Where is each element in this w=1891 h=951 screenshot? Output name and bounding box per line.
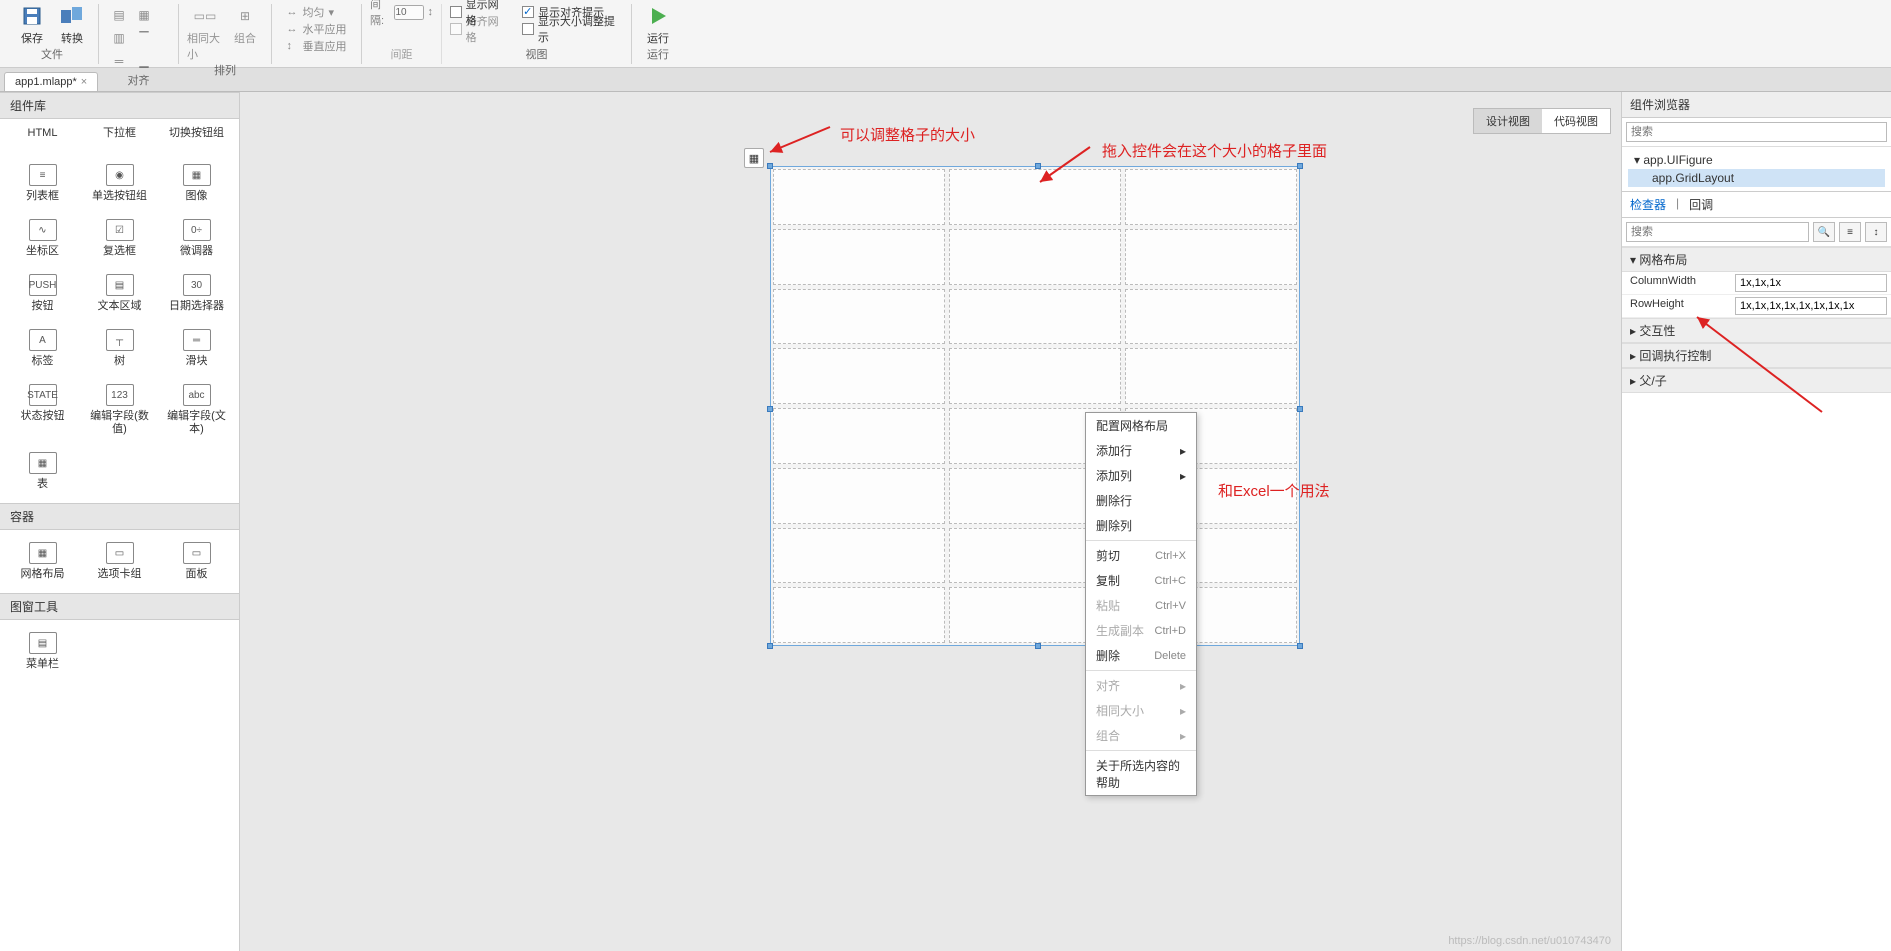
ctx-add-row[interactable]: 添加行▸ <box>1086 438 1196 463</box>
comp-树[interactable]: ┬树 <box>81 323 158 374</box>
comp-列表框[interactable]: ≡列表框 <box>4 158 81 209</box>
comp-dropdown[interactable]: 下拉框 <box>81 121 158 146</box>
comp-html[interactable]: HTML <box>4 121 81 146</box>
file-group-label: 文件 <box>41 46 63 62</box>
ctx-help[interactable]: 关于所选内容的帮助 <box>1086 753 1196 795</box>
ctx-align: 对齐▸ <box>1086 673 1196 698</box>
design-canvas[interactable]: 设计视图 代码视图 ▦ 可以调整格子的大小 拖入控件会在这个大小的格子里面 和E… <box>240 92 1621 951</box>
align-group-label: 对齐 <box>128 72 150 88</box>
ctx-delete[interactable]: 删除Delete <box>1086 643 1196 668</box>
ctx-copy[interactable]: 复制Ctrl+C <box>1086 568 1196 593</box>
comp-单选按钮组[interactable]: ◉单选按钮组 <box>81 158 158 209</box>
prop-section-gridlayout[interactable]: ▾ 网格布局 <box>1622 247 1891 272</box>
comp-文本区域[interactable]: ▤文本区域 <box>81 268 158 319</box>
file-tab-label: app1.mlapp* <box>15 76 77 88</box>
comp-面板[interactable]: ▭面板 <box>158 536 235 587</box>
same-size-button[interactable]: ▭▭相同大小 <box>187 4 223 62</box>
inspector-tab[interactable]: 检查器 <box>1630 196 1666 213</box>
comp-图像[interactable]: ▦图像 <box>158 158 235 209</box>
ctx-del-row[interactable]: 删除行 <box>1086 488 1196 513</box>
annotation-excel: 和Excel一个用法 <box>1218 480 1330 501</box>
show-grid-checkbox[interactable] <box>450 6 462 18</box>
align-center-icon[interactable]: ▦ <box>132 4 156 26</box>
align-mid-icon[interactable]: ═ <box>107 50 131 72</box>
run-group-label: 运行 <box>647 46 669 62</box>
align-left-icon[interactable]: ▤ <box>107 4 131 26</box>
component-library-header: 组件库 <box>0 92 239 119</box>
comp-滑块[interactable]: ═滑块 <box>158 323 235 374</box>
show-align-hints-checkbox[interactable] <box>522 6 534 18</box>
comp-坐标区[interactable]: ∿坐标区 <box>4 213 81 264</box>
figure-tools-header: 图窗工具 <box>0 593 239 620</box>
close-tab-icon[interactable]: × <box>81 76 87 88</box>
inspector-sort-icon[interactable]: ↕ <box>1865 222 1887 242</box>
tree-root[interactable]: ▾ app.UIFigure <box>1628 151 1885 169</box>
ctx-config-grid[interactable]: 配置网格布局 <box>1086 413 1196 438</box>
snap-grid-checkbox[interactable] <box>450 23 462 35</box>
inspector-search-input[interactable] <box>1626 222 1809 242</box>
group-button[interactable]: ⊞组合 <box>227 4 263 62</box>
callback-tab[interactable]: 回调 <box>1689 196 1713 213</box>
context-menu: 配置网格布局 添加行▸ 添加列▸ 删除行 删除列 剪切Ctrl+X 复制Ctrl… <box>1085 412 1197 796</box>
comp-编辑字段(文本)[interactable]: abc编辑字段(文本) <box>158 378 235 442</box>
ctx-del-col[interactable]: 删除列 <box>1086 513 1196 538</box>
view-group-label: 视图 <box>526 46 548 62</box>
comp-状态按钮[interactable]: STATE状态按钮 <box>4 378 81 442</box>
convert-button[interactable]: 转换 <box>54 4 90 46</box>
component-browser: 组件浏览器 ▾ app.UIFigure app.GridLayout 检查器 … <box>1621 92 1891 951</box>
containers-header: 容器 <box>0 503 239 530</box>
comp-复选框[interactable]: ☑复选框 <box>81 213 158 264</box>
component-browser-title: 组件浏览器 <box>1622 92 1891 118</box>
comp-togglegroup[interactable]: 切换按钮组 <box>158 121 235 146</box>
show-resize-hints-checkbox[interactable] <box>522 23 534 35</box>
tree-child-selected[interactable]: app.GridLayout <box>1628 169 1885 187</box>
grid-layout-selection[interactable] <box>770 166 1300 646</box>
comp-日期选择器[interactable]: 30日期选择器 <box>158 268 235 319</box>
ctx-group: 组合▸ <box>1086 723 1196 748</box>
run-button[interactable]: 运行 <box>640 4 676 46</box>
inspector-search-icon[interactable]: 🔍 <box>1813 222 1835 242</box>
align-top-icon[interactable]: ▔ <box>132 27 156 49</box>
comp-表[interactable]: ▦表 <box>4 446 81 497</box>
watermark: https://blog.csdn.net/u010743470 <box>1448 935 1611 947</box>
code-view-button[interactable]: 代码视图 <box>1542 109 1610 133</box>
comp-标签[interactable]: A标签 <box>4 323 81 374</box>
ctx-same-size: 相同大小▸ <box>1086 698 1196 723</box>
component-library: 组件库 HTML 下拉框 切换按钮组 ≡列表框◉单选按钮组▦图像 ∿坐标区☑复选框… <box>0 92 240 951</box>
inspector-view-icon[interactable]: ≡ <box>1839 222 1861 242</box>
comp-网格布局[interactable]: ▦网格布局 <box>4 536 81 587</box>
design-view-button[interactable]: 设计视图 <box>1474 109 1542 133</box>
browser-search-input[interactable] <box>1626 122 1887 142</box>
ctx-add-col[interactable]: 添加列▸ <box>1086 463 1196 488</box>
view-mode-switch: 设计视图 代码视图 <box>1473 108 1611 134</box>
arrange-group-label: 排列 <box>214 62 236 78</box>
annotation-resize: 可以调整格子的大小 <box>840 124 975 145</box>
file-tab[interactable]: app1.mlapp* × <box>4 72 98 91</box>
file-tab-bar: app1.mlapp* × <box>0 68 1891 92</box>
spacing-group-label: 间距 <box>391 46 413 62</box>
comp-微调器[interactable]: 0÷微调器 <box>158 213 235 264</box>
comp-按钮[interactable]: PUSH按钮 <box>4 268 81 319</box>
ribbon: 保存 转换 文件 ▤ ▦ ▥ ▔ ═ ▁ 对齐 ▭▭相同大小 ⊞组合 <box>0 0 1891 68</box>
comp-菜单栏[interactable]: ▤菜单栏 <box>4 626 81 677</box>
align-right-icon[interactable]: ▥ <box>107 27 131 49</box>
align-bot-icon[interactable]: ▁ <box>132 50 156 72</box>
annotation-drop: 拖入控件会在这个大小的格子里面 <box>1102 140 1327 161</box>
spacing-input[interactable] <box>394 5 424 20</box>
prop-columnwidth: ColumnWidth <box>1622 272 1891 295</box>
grid-cells <box>771 167 1299 645</box>
ctx-cut[interactable]: 剪切Ctrl+X <box>1086 543 1196 568</box>
comp-选项卡组[interactable]: ▭选项卡组 <box>81 536 158 587</box>
ctx-duplicate: 生成副本Ctrl+D <box>1086 618 1196 643</box>
ctx-paste: 粘贴Ctrl+V <box>1086 593 1196 618</box>
comp-编辑字段(数值)[interactable]: 123编辑字段(数值) <box>81 378 158 442</box>
save-button[interactable]: 保存 <box>14 4 50 46</box>
columnwidth-input[interactable] <box>1735 274 1887 292</box>
